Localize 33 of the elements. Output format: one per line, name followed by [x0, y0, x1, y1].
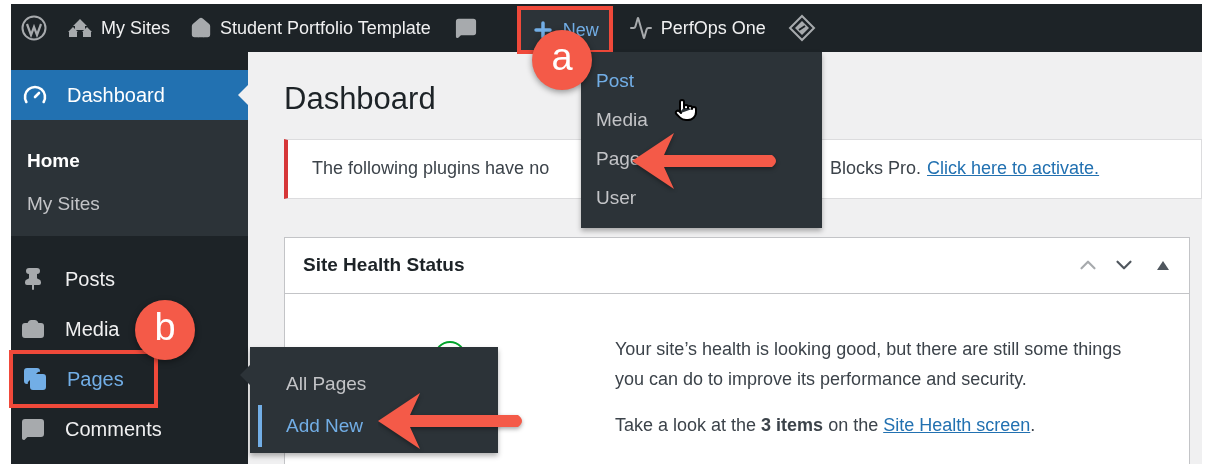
- health-summary: Take a look at the 3 items on the Site Health screen.: [615, 413, 1037, 437]
- card-title: Site Health Status: [303, 253, 466, 277]
- pulse-icon: [628, 16, 653, 40]
- dropdown-item[interactable]: User: [581, 179, 822, 218]
- dropdown-item[interactable]: Page: [581, 140, 822, 179]
- collapse-triangle-icon[interactable]: [1157, 260, 1169, 270]
- submenu-item[interactable]: Home: [11, 140, 248, 183]
- sidebar-item[interactable]: Posts: [11, 254, 126, 304]
- notice-text: The following plugins have no: [312, 158, 550, 179]
- home-icon: [190, 17, 212, 39]
- sidebar-item[interactable]: Comments: [11, 404, 172, 454]
- perfops-menu[interactable]: PerfOps One: [618, 4, 776, 52]
- site-health-link[interactable]: Site Health screen: [883, 414, 1031, 435]
- activate-link[interactable]: Click here to activate.: [927, 155, 1100, 183]
- site-name-menu[interactable]: Student Portfolio Template: [180, 4, 441, 52]
- notice-text: Blocks Pro.: [830, 157, 922, 181]
- my-sites-menu[interactable]: My Sites: [57, 4, 180, 52]
- pages-icon: [23, 367, 47, 391]
- houses-icon: [67, 18, 93, 38]
- page-title: Dashboard: [284, 80, 436, 118]
- sidebar-item[interactable]: Media: [11, 304, 130, 354]
- sidebar-item[interactable]: Dashboard: [11, 70, 248, 120]
- comment-icon[interactable]: [454, 17, 477, 39]
- submenu-item[interactable]: My Sites: [11, 183, 248, 226]
- sidebar-item[interactable]: Pages: [13, 354, 134, 404]
- diamond-icon[interactable]: [787, 14, 816, 42]
- wordpress-logo-icon[interactable]: [21, 15, 47, 41]
- flyout-item[interactable]: All Pages: [258, 363, 498, 405]
- health-message: Your site’s health is looking good, but there are still some things you can do to improve its performance and security.: [615, 337, 1123, 391]
- camera-icon: [21, 317, 45, 341]
- hand-cursor-icon: [674, 98, 698, 122]
- dropdown-item[interactable]: Media: [581, 101, 822, 140]
- comment-icon: [21, 417, 45, 441]
